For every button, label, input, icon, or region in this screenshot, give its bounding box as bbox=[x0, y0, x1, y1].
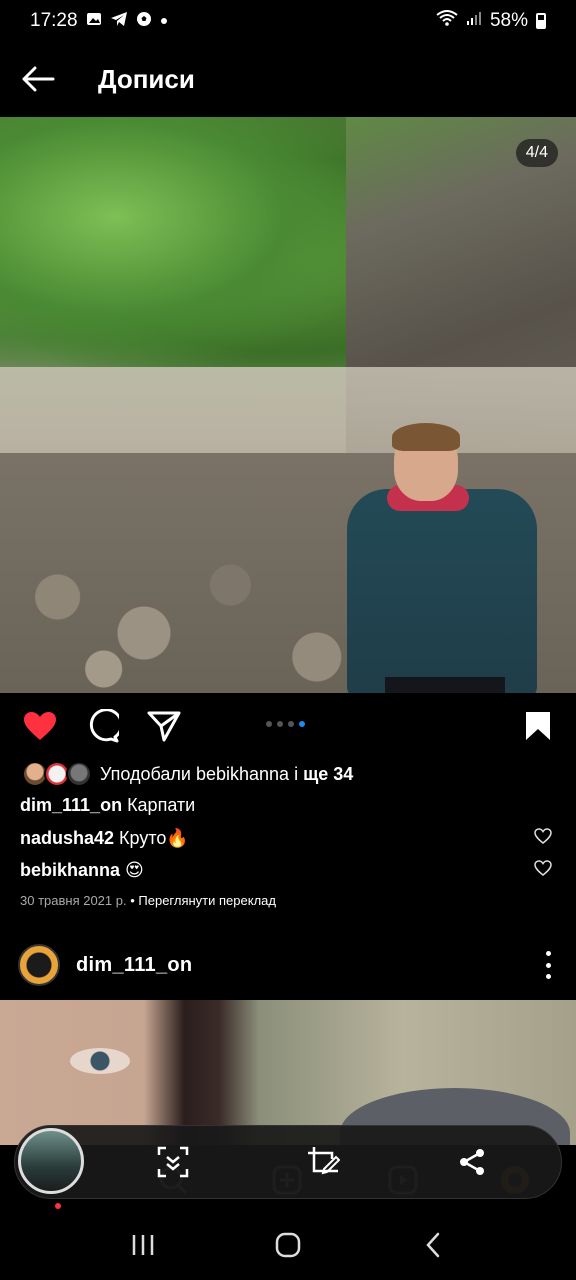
likes-count[interactable]: ще 34 bbox=[303, 764, 353, 784]
comment-item: bebikhanna 😍 bbox=[20, 860, 144, 881]
see-translation-link[interactable]: Переглянути переклад bbox=[138, 893, 276, 908]
header: Дописи bbox=[0, 42, 576, 116]
back-button[interactable] bbox=[0, 42, 78, 116]
edit-crop-icon bbox=[308, 1147, 340, 1175]
comment-icon bbox=[89, 709, 119, 743]
more-dot bbox=[545, 951, 551, 956]
comment-like-button[interactable] bbox=[534, 860, 552, 878]
more-options-button[interactable] bbox=[542, 951, 554, 979]
share-button[interactable] bbox=[146, 708, 182, 744]
like-button[interactable] bbox=[22, 708, 58, 744]
notification-dot bbox=[55, 1203, 61, 1209]
comment-username[interactable]: bebikhanna bbox=[20, 860, 120, 880]
screenshot-thumbnail[interactable] bbox=[18, 1128, 84, 1194]
heart-filled-icon bbox=[24, 712, 56, 740]
chevron-left-icon bbox=[426, 1232, 440, 1258]
telegram-icon bbox=[110, 11, 128, 31]
post-username[interactable]: dim_111_on bbox=[76, 954, 192, 977]
wifi-icon bbox=[436, 10, 458, 32]
comment-text: 😍 bbox=[120, 860, 144, 880]
comment-button[interactable] bbox=[84, 708, 120, 744]
battery-percent: 58% bbox=[489, 10, 528, 31]
post-image[interactable] bbox=[0, 1000, 576, 1145]
recents-icon bbox=[132, 1235, 153, 1255]
eye-detail bbox=[70, 1048, 130, 1074]
status-time: 17:28 bbox=[30, 10, 78, 31]
post-header: dim_111_on bbox=[0, 935, 576, 995]
heart-outline-icon bbox=[534, 860, 552, 876]
carousel-indicator bbox=[266, 721, 305, 727]
image-counter: 4/4 bbox=[515, 139, 558, 167]
forest-area bbox=[0, 117, 380, 367]
post-date: 30 травня 2021 р. bbox=[20, 893, 127, 908]
post-image[interactable]: 4/4 bbox=[0, 117, 576, 693]
save-button[interactable] bbox=[520, 708, 556, 744]
carousel-dot bbox=[266, 721, 272, 727]
post-actions bbox=[0, 695, 576, 757]
more-dot bbox=[545, 962, 551, 968]
comment-username[interactable]: nadusha42 bbox=[20, 828, 114, 848]
page-title: Дописи bbox=[98, 63, 195, 94]
battery-icon bbox=[536, 13, 546, 29]
share-icon bbox=[460, 1149, 484, 1175]
liker-avatars bbox=[22, 761, 92, 787]
carousel-dot-active bbox=[299, 721, 305, 727]
comment-text: Круто🔥 bbox=[114, 828, 189, 848]
system-nav-bar bbox=[0, 1210, 576, 1280]
bookmark-filled-icon bbox=[526, 712, 550, 740]
caption-text: Карпати bbox=[122, 795, 196, 815]
dot-icon bbox=[160, 13, 168, 29]
status-bar: 17:28 58% bbox=[0, 0, 576, 42]
avatar[interactable] bbox=[18, 944, 60, 986]
scroll-capture-button[interactable] bbox=[156, 1145, 190, 1179]
comment-like-button[interactable] bbox=[534, 828, 552, 846]
share-screenshot-button[interactable] bbox=[455, 1145, 489, 1179]
heart-outline-icon bbox=[534, 828, 552, 844]
person-figure bbox=[347, 423, 537, 693]
more-dot bbox=[545, 974, 551, 979]
paper-plane-icon bbox=[147, 711, 181, 742]
likes-user[interactable]: bebikhanna bbox=[196, 764, 289, 784]
post-caption: dim_111_on Карпати bbox=[20, 795, 195, 816]
caption-username[interactable]: dim_111_on bbox=[20, 795, 122, 815]
carousel-dot bbox=[277, 721, 283, 727]
recents-button[interactable] bbox=[123, 1225, 163, 1265]
back-nav-button[interactable] bbox=[413, 1225, 453, 1265]
scroll-capture-icon bbox=[157, 1146, 189, 1178]
home-button[interactable] bbox=[268, 1225, 308, 1265]
avatar bbox=[66, 761, 92, 787]
signal-icon bbox=[466, 10, 482, 32]
gallery-icon bbox=[86, 11, 102, 31]
arrow-left-icon bbox=[22, 66, 55, 92]
soccer-icon bbox=[136, 11, 152, 31]
home-icon bbox=[275, 1232, 301, 1258]
likes-summary[interactable]: Уподобали bebikhanna і ще 34 bbox=[22, 760, 353, 788]
post-date-line: 30 травня 2021 р. • Переглянути переклад bbox=[20, 893, 276, 908]
carousel-dot bbox=[288, 721, 294, 727]
likes-text: Уподобали bebikhanna і ще 34 bbox=[100, 763, 354, 784]
edit-button[interactable] bbox=[306, 1145, 340, 1179]
comment-item: nadusha42 Круто🔥 bbox=[20, 828, 189, 849]
